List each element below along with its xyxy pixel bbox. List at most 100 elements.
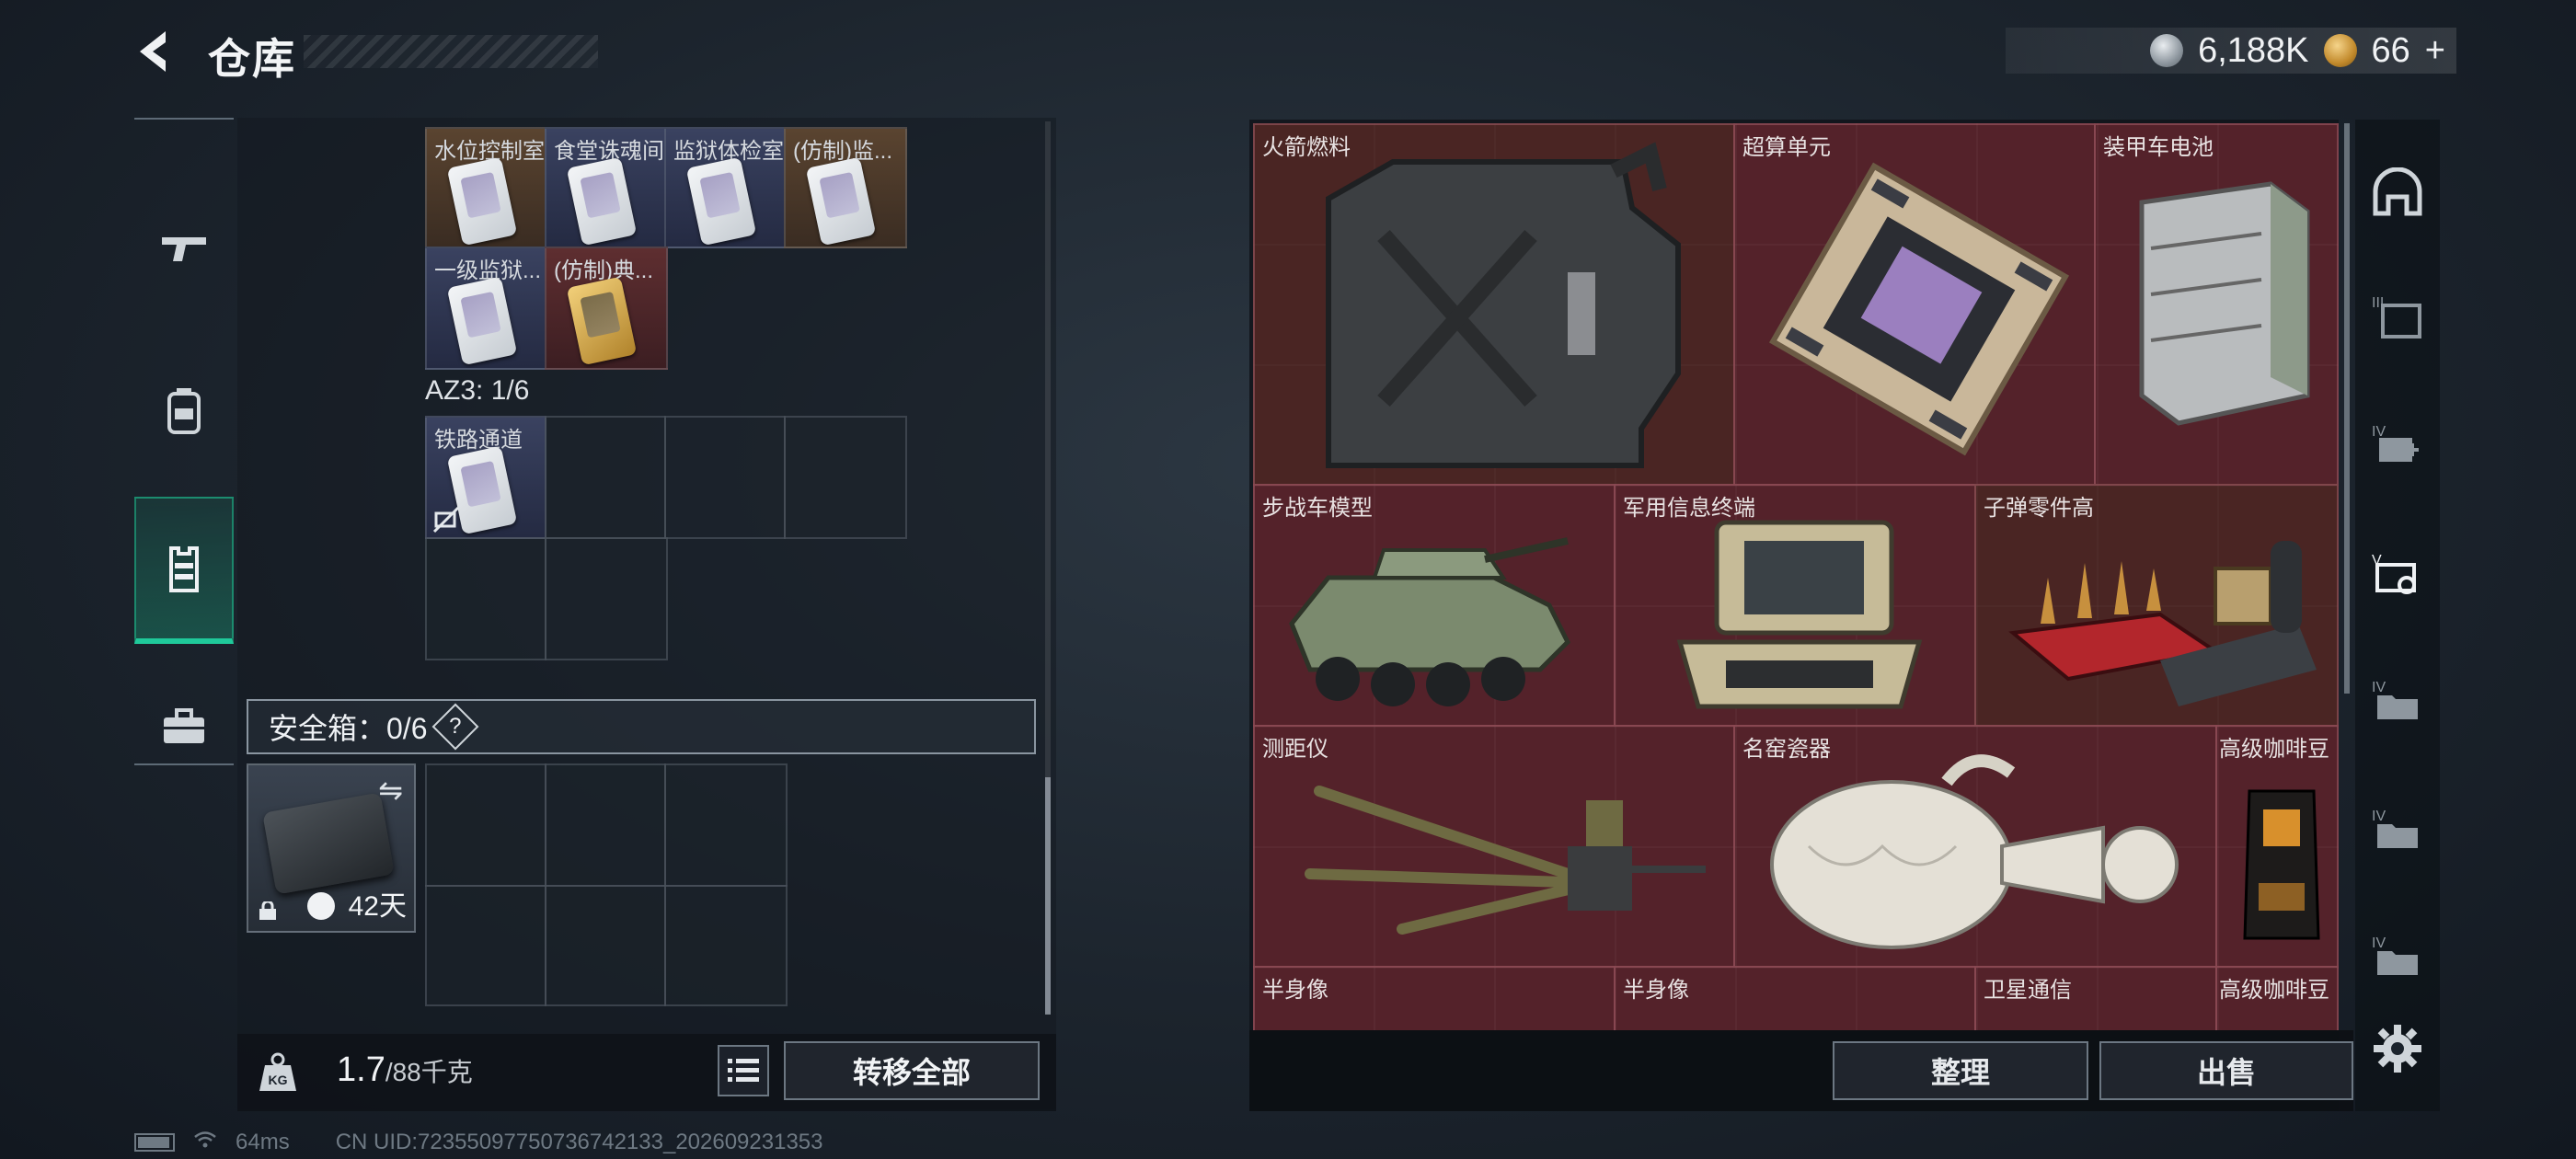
carry-weight: 1.7/88千克 [337,1050,473,1090]
stash-item-keycard[interactable]: 监狱体检室 [664,127,786,248]
safebox-header: 安全箱：0/6 ? [247,699,1036,754]
gold-balance: 66 [2371,30,2410,70]
keycard-tier-5-icon: V [2372,553,2416,594]
silver-balance: 6,188K [2198,30,2309,70]
stash-item-keycard[interactable]: 一级监狱... [425,247,546,370]
empty-slot[interactable] [664,416,786,539]
empty-slot[interactable] [545,537,668,660]
item-label: 卫星通信 [1984,978,2072,1003]
helmet-icon [2373,167,2422,216]
filter-helmet[interactable] [2361,156,2434,230]
user-uid: CN UID:723550977507367421​33_20260923135… [335,1130,823,1154]
az3-item[interactable]: 铁路通道 [425,416,546,539]
loot-item-rangefinder[interactable]: 测距仪 [1253,725,1735,968]
filter-folder[interactable]: IV [2361,793,2434,866]
svg-text:IV: IV [2372,424,2386,440]
item-label: 半身像 [1262,978,1328,1003]
circuit-board-icon [1768,162,2070,456]
keycard-icon [566,156,638,247]
item-label: 铁路通道 [434,428,523,453]
stash-item-keycard[interactable]: (仿制)监... [784,127,907,248]
loot-item-satellite-comms[interactable]: 卫星通信 [1974,966,2217,1030]
gear-icon[interactable] [2370,1021,2425,1076]
loot-item-military-terminal[interactable]: 军用信息终端 [1614,484,1976,727]
add-currency-button[interactable]: + [2425,31,2445,71]
armored-vehicle-icon [1289,537,1571,706]
battery-pack-icon [2139,181,2310,426]
weight-current: 1.7 [337,1050,385,1089]
empty-slot[interactable] [784,416,907,539]
svg-text:IV: IV [2372,809,2386,824]
loot-item-rocket-fuel[interactable]: 火箭燃料 [1253,123,1735,486]
tripod-rangefinder-icon [1305,786,1706,935]
loot-item-ifv-model[interactable]: 步战车模型 [1253,484,1616,727]
swap-icon[interactable]: ⇋ [378,773,403,808]
loot-item-porcelain[interactable]: 名窑瓷器 [1733,725,2217,968]
loot-item-bust[interactable]: 半身像 [1253,966,1616,1030]
svg-text:KG: KG [269,1073,288,1087]
empty-slot[interactable] [425,537,546,660]
rugged-laptop-icon [1676,520,1923,709]
nav-vest[interactable] [134,497,234,644]
stash-item-keycard[interactable]: (仿制)典... [545,247,668,370]
loot-item-supercomputer-unit[interactable]: 超算单元 [1733,123,2096,486]
safebox-slot[interactable] [425,763,546,887]
title-decoration [304,35,598,68]
help-icon[interactable]: ? [431,703,478,751]
filter-medkit[interactable]: IV [2361,408,2434,482]
stash-scrollbar-thumb[interactable] [1045,777,1051,1015]
sort-button[interactable]: 整理 [1833,1041,2088,1100]
folder-tier-4-icon: IV [2372,680,2418,719]
svg-text:IV: IV [2372,935,2386,951]
no-insure-icon [432,506,460,534]
safebox-slot[interactable] [664,885,788,1006]
transfer-all-button[interactable]: 转移全部 [784,1041,1040,1100]
stash-item-keycard[interactable]: 水位控制室 [425,127,546,248]
loot-item-armored-car-battery[interactable]: 装甲车电池 [2094,123,2339,486]
backpack-icon [167,388,201,434]
loot-item-ammo-parts[interactable]: 子弹零件高 [1974,484,2339,727]
sell-button[interactable]: 出售 [2099,1041,2353,1100]
ammo-parts-icon [2008,541,2317,706]
ping-readout: 64ms [236,1130,290,1154]
filter-folder[interactable]: IV [2361,664,2434,738]
item-label: 装甲车电池 [2103,135,2214,160]
svg-text:IV: IV [2372,680,2386,695]
briefcase-icon [164,708,204,743]
gold-coin-icon [2323,34,2357,67]
filter-keycard[interactable]: V [2361,537,2434,611]
filter-folder[interactable]: IV [2361,920,2434,993]
nav-weapons[interactable] [134,175,234,322]
nav-backpack[interactable] [134,337,234,484]
safebox-slot[interactable] [425,885,546,1006]
safebox-slot[interactable] [545,885,666,1006]
back-arrow-icon[interactable] [129,24,184,79]
keycard-icon [805,156,877,247]
nav-case[interactable] [134,653,234,800]
safebox-slot[interactable] [664,763,788,887]
porcelain-vase-icon [1770,754,2179,949]
loot-scrollbar-thumb[interactable] [2344,123,2350,694]
keycard-icon [566,276,638,366]
keycard-icon [446,276,518,366]
safebox-slot[interactable] [545,763,666,887]
armor-tier-3-icon: III [2372,295,2421,339]
list-view-button[interactable] [718,1045,769,1096]
safebox-case[interactable]: ⇋ 42天 [247,763,416,933]
status-bar: 64ms CN UID:723550977507367421​33_202609… [134,1130,823,1155]
empty-slot[interactable] [545,416,666,539]
loot-item-coffee-beans[interactable]: 高级咖啡豆 [2215,725,2339,968]
item-label: 高级咖啡豆 [2219,737,2329,762]
filter-armor[interactable]: III [2361,280,2434,353]
coffee-bag-icon [2243,789,2320,940]
wifi-icon [193,1130,217,1155]
item-label: 半身像 [1623,978,1689,1003]
loot-item-bust[interactable]: 半身像 [1614,966,1976,1030]
vest-icon [169,546,199,592]
list-icon [728,1059,759,1082]
loot-item-coffee-beans[interactable]: 高级咖啡豆 [2215,966,2339,1030]
gun-icon [162,237,206,261]
stash-item-keycard[interactable]: 食堂诛魂间 [545,127,666,248]
weight-max: /88千克 [385,1058,473,1086]
az3-label: AZ3: 1/6 [425,375,530,406]
